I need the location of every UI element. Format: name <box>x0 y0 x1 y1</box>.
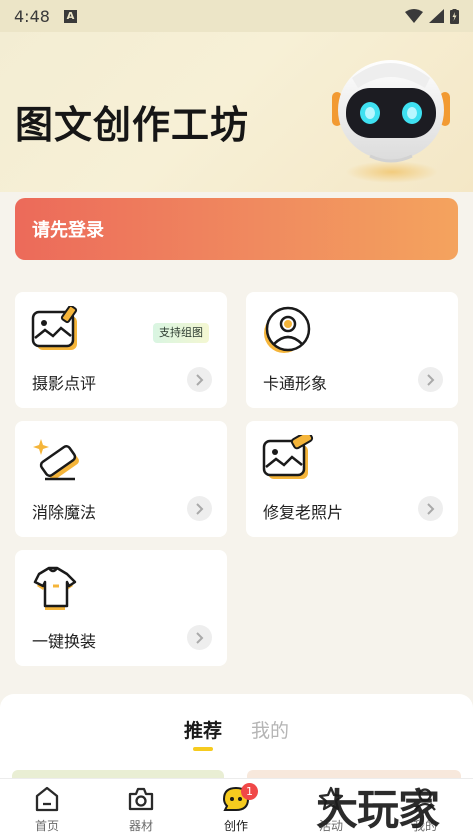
multi-image-badge: 支持组图 <box>153 323 209 343</box>
chevron-right-icon <box>187 367 212 392</box>
status-bar: 4:48 A <box>0 0 473 32</box>
nav-label: 创作 <box>223 819 248 833</box>
app-indicator-icon: A <box>63 9 77 23</box>
chevron-right-icon <box>418 496 443 521</box>
header: 图文创作工坊 <box>0 32 473 192</box>
nav-home[interactable]: 首页 <box>0 785 94 834</box>
battery-icon <box>450 8 459 24</box>
chevron-right-icon <box>418 367 443 392</box>
nav-equipment[interactable]: 器材 <box>94 785 188 834</box>
tool-label: 一键换装 <box>32 632 97 651</box>
wifi-icon <box>405 9 423 23</box>
login-banner[interactable]: 请先登录 <box>15 198 458 260</box>
outfit-change-icon <box>33 566 77 610</box>
login-label: 请先登录 <box>32 220 104 241</box>
tab-recommended[interactable]: 推荐 <box>184 716 222 743</box>
nav-label: 首页 <box>34 819 59 833</box>
camera-icon <box>128 787 154 811</box>
tool-card-cartoon-avatar[interactable]: 卡通形象 <box>246 292 458 408</box>
tool-label: 摄影点评 <box>32 374 97 393</box>
watermark: 大玩家 <box>316 785 440 834</box>
notification-badge: 1 <box>241 783 258 800</box>
signal-icon <box>429 9 444 23</box>
page-title: 图文创作工坊 <box>15 103 250 147</box>
tab-mine[interactable]: 我的 <box>251 716 289 743</box>
eraser-magic-icon <box>33 439 79 481</box>
photo-review-icon <box>31 306 78 350</box>
tool-label: 卡通形象 <box>263 374 328 393</box>
chevron-right-icon <box>187 496 212 521</box>
tool-card-eraser-magic[interactable]: 消除魔法 <box>15 421 227 537</box>
tool-card-photo-review[interactable]: 支持组图 摄影点评 <box>15 292 227 408</box>
home-icon <box>35 786 59 812</box>
chevron-right-icon <box>187 625 212 650</box>
status-time: 4:48 <box>14 6 50 26</box>
tool-card-photo-repair[interactable]: 修复老照片 <box>246 421 458 537</box>
cartoon-avatar-icon <box>264 306 311 353</box>
tool-card-outfit-change[interactable]: 一键换装 <box>15 550 227 666</box>
tool-label: 消除魔法 <box>32 503 97 522</box>
photo-repair-icon <box>262 435 314 479</box>
robot-mascot-icon <box>332 60 450 183</box>
nav-label: 器材 <box>128 819 153 833</box>
active-tab-indicator <box>193 747 213 751</box>
tool-label: 修复老照片 <box>263 503 344 522</box>
nav-create[interactable]: 1 创作 <box>189 783 283 834</box>
